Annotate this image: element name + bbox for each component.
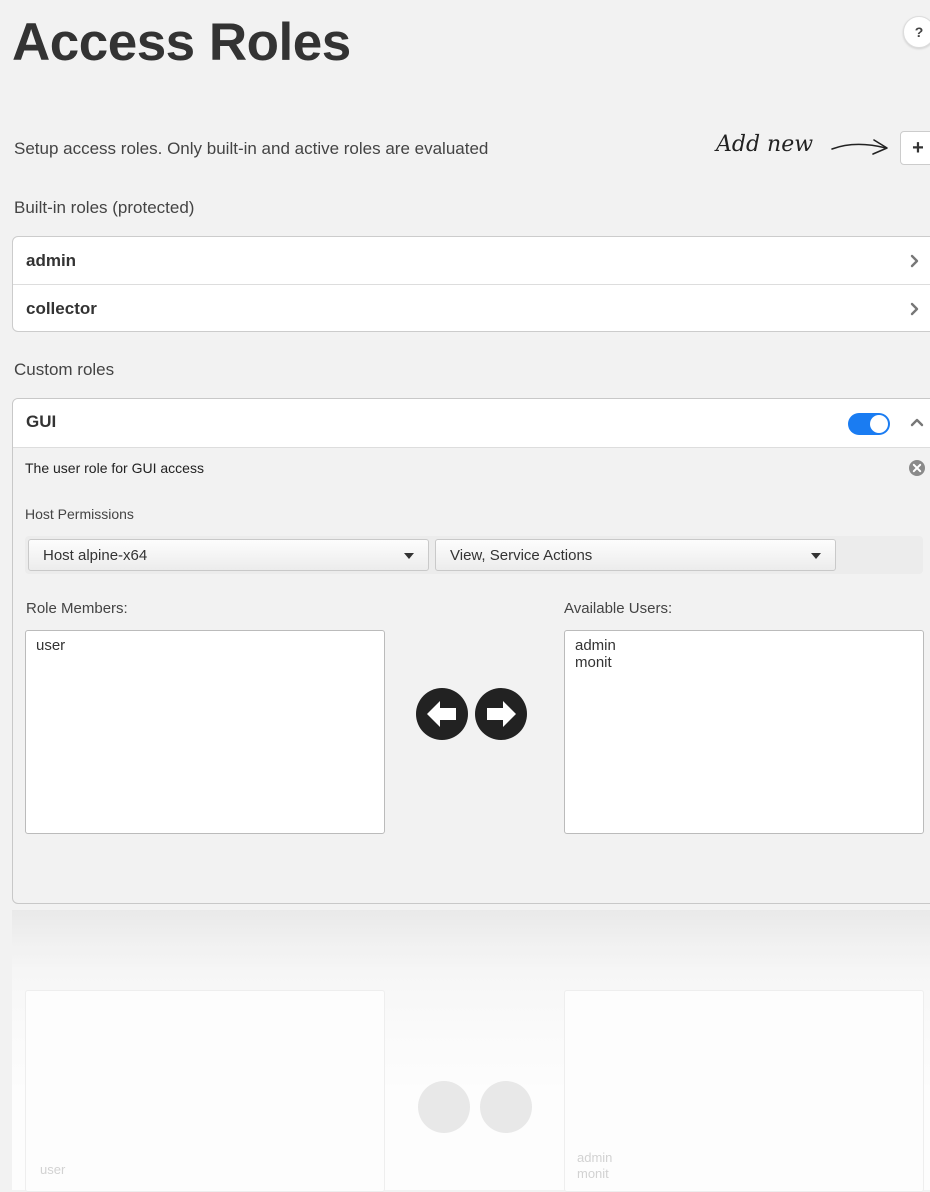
list-item[interactable]: user <box>36 637 374 654</box>
chevron-right-icon <box>910 254 919 268</box>
reflection-text: user <box>40 1162 66 1177</box>
role-members-list[interactable]: user <box>25 630 385 834</box>
builtin-roles-panel: admin collector <box>12 236 930 332</box>
chevron-right-icon <box>910 302 919 316</box>
page-title: Access Roles <box>12 13 351 72</box>
host-permissions-label: Host Permissions <box>25 506 134 522</box>
role-members-label: Role Members: <box>26 600 128 617</box>
builtin-roles-label: Built-in roles (protected) <box>14 198 195 217</box>
role-description[interactable]: The user role for GUI access <box>25 460 204 476</box>
reflection-overlay: user admin monit <box>12 910 930 1192</box>
help-button[interactable]: ? <box>903 16 930 48</box>
reflection-text: admin <box>577 1150 613 1165</box>
role-row-admin[interactable]: admin <box>13 237 930 284</box>
permission-select-value: View, Service Actions <box>450 547 593 564</box>
page-subtitle: Setup access roles. Only built-in and ac… <box>14 139 489 158</box>
toggle-knob <box>870 415 888 433</box>
chevron-up-icon[interactable] <box>910 417 924 427</box>
reflection-box <box>564 990 924 1192</box>
custom-roles-label: Custom roles <box>14 360 115 379</box>
move-right-icon[interactable] <box>474 687 528 741</box>
list-item[interactable]: admin <box>575 637 913 654</box>
reflection-box <box>25 990 385 1192</box>
role-name: GUI <box>26 412 57 431</box>
add-new-hint: Add new <box>716 132 814 157</box>
add-role-button[interactable]: + <box>900 131 930 165</box>
list-item[interactable]: monit <box>575 654 913 671</box>
reflection-text: monit <box>577 1166 609 1181</box>
host-select-value: Host alpine-x64 <box>43 547 148 564</box>
role-name: admin <box>26 250 77 270</box>
hint-arrow-icon <box>831 139 888 155</box>
remove-role-icon[interactable] <box>908 459 926 477</box>
role-active-toggle[interactable] <box>848 413 890 435</box>
dropdown-caret-icon <box>811 553 821 559</box>
custom-role-panel-gui: GUI The user role for GUI access Host Pe… <box>12 398 930 904</box>
available-users-label: Available Users: <box>564 600 673 617</box>
move-left-icon[interactable] <box>415 687 469 741</box>
role-name: collector <box>26 298 97 318</box>
role-header[interactable]: GUI <box>13 399 930 448</box>
available-users-list[interactable]: admin monit <box>564 630 924 834</box>
reflection-arrows-icon <box>418 1081 532 1133</box>
role-row-collector[interactable]: collector <box>13 285 930 332</box>
permission-select[interactable]: View, Service Actions <box>435 539 836 571</box>
dropdown-caret-icon <box>404 553 414 559</box>
host-select[interactable]: Host alpine-x64 <box>28 539 429 571</box>
